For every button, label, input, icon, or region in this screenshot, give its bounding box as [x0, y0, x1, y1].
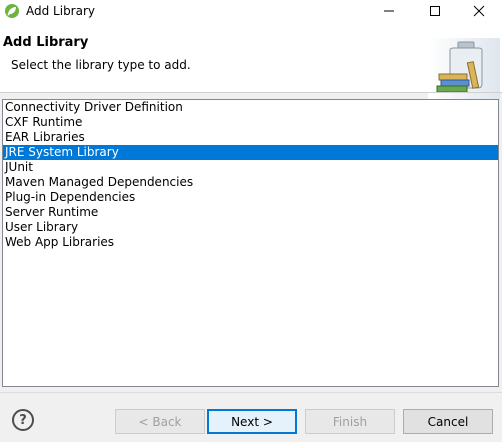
- list-item[interactable]: Connectivity Driver Definition: [3, 100, 498, 115]
- maximize-button[interactable]: [412, 0, 458, 24]
- wizard-header: Add Library Select the library type to a…: [0, 24, 502, 100]
- list-item[interactable]: Maven Managed Dependencies: [3, 175, 498, 190]
- list-item[interactable]: Plug-in Dependencies: [3, 190, 498, 205]
- page-description: Select the library type to add.: [11, 58, 191, 72]
- finish-button[interactable]: Finish: [305, 409, 395, 434]
- title-bar: Add Library: [0, 0, 502, 24]
- spring-leaf-icon: [4, 3, 20, 19]
- list-item[interactable]: Server Runtime: [3, 205, 498, 220]
- library-jar-icon: [428, 38, 500, 100]
- back-button[interactable]: < Back: [115, 409, 205, 434]
- help-button[interactable]: ?: [12, 409, 34, 431]
- header-divider: [0, 92, 502, 93]
- next-button[interactable]: Next >: [207, 409, 297, 434]
- list-item-selected[interactable]: JRE System Library: [3, 145, 498, 160]
- list-item[interactable]: CXF Runtime: [3, 115, 498, 130]
- minimize-button[interactable]: [366, 0, 412, 24]
- maximize-icon: [429, 5, 441, 20]
- cancel-button[interactable]: Cancel: [403, 409, 493, 434]
- close-button[interactable]: [456, 0, 502, 24]
- footer-divider: [0, 392, 502, 393]
- list-item[interactable]: User Library: [3, 220, 498, 235]
- window-title: Add Library: [26, 4, 96, 18]
- library-type-list[interactable]: Connectivity Driver Definition CXF Runti…: [2, 99, 499, 387]
- list-item[interactable]: Web App Libraries: [3, 235, 498, 250]
- minimize-icon: [383, 5, 395, 20]
- close-icon: [473, 5, 485, 20]
- list-item[interactable]: JUnit: [3, 160, 498, 175]
- help-icon: ?: [19, 412, 27, 428]
- page-title: Add Library: [3, 35, 89, 50]
- list-item[interactable]: EAR Libraries: [3, 130, 498, 145]
